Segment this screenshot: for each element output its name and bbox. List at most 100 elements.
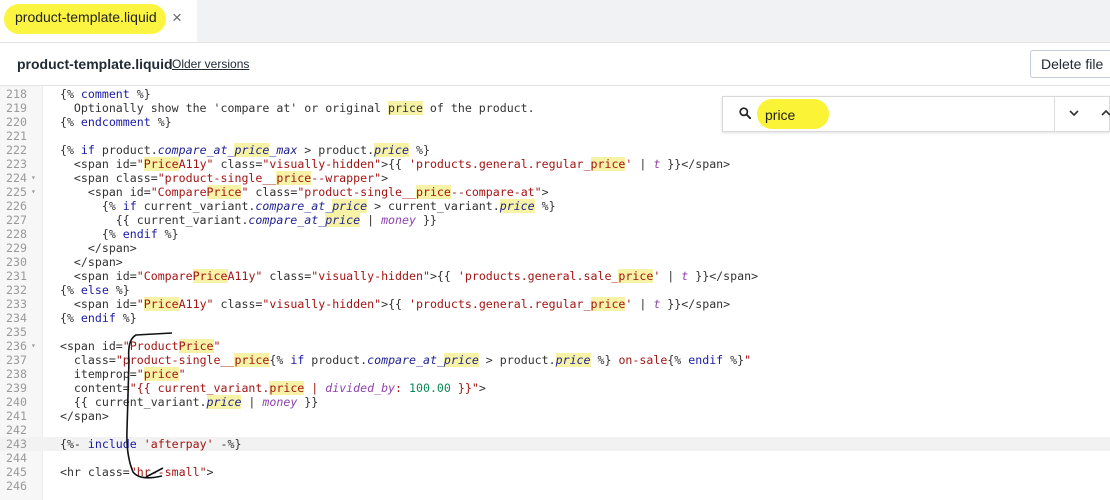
code-line: 233 <span id="PriceA11y" class="visually… [0,297,1110,311]
code-token: if [122,199,137,213]
code-token: " [136,297,144,311]
line-number: 237 [6,353,27,367]
code-token: price [555,353,591,367]
code-token: }}</span> [688,269,759,283]
code-token: Optionally show the 'compare at' or orig… [46,101,389,115]
code-token: price [325,213,361,227]
code-token: -%} [213,437,242,451]
close-icon[interactable]: × [172,9,182,27]
code-editor[interactable]: 218 {% comment %} 219 Optionally show the… [0,86,1110,500]
code-token: %} [409,143,430,157]
code-token: {%- [46,437,88,451]
code-token: }}</span> [660,297,731,311]
code-token: compare_at_ [248,213,326,227]
code-token: else [80,283,109,297]
code-token: %} [534,199,556,213]
code-line: 226 {% if current_variant.compare_at_pri… [0,199,1110,213]
code-token: > product. [478,353,556,367]
line-number: 241 [6,409,27,423]
code-line: 229 </span> [0,241,1110,255]
code-line: 222 {% if product.compare_at_price_max >… [0,143,1110,157]
code-token: compare_at_ [157,143,235,157]
code-token: | [360,213,382,227]
search-input[interactable] [763,104,917,126]
code-token: endcomment [80,115,151,129]
code-token: price [374,143,409,157]
editor-tab-bar: product-template.liquid × [0,0,1110,43]
code-token: "product-single__ [157,171,277,185]
code-text: {% if current_variant.compare_at_price >… [46,199,556,213]
line-number: 246 [6,479,27,493]
code-token: > [206,465,214,479]
code-token: {% [46,115,81,129]
code-line: 243 {%- include 'afterpay' -%} [0,437,1110,451]
code-token: --wrapper" [311,171,382,185]
line-number: 238 [6,367,27,381]
line-number: 243 [6,437,27,451]
code-token: of the product. [422,101,535,115]
fold-arrow-icon[interactable]: ▾ [31,171,36,185]
code-token: price [415,185,451,199]
code-token: if [290,353,305,367]
code-line: 232 {% else %} [0,283,1110,297]
code-token: price [332,199,368,213]
code-token: {{ current_variant. [46,395,207,409]
line-number: 224 [6,171,27,185]
code-token: : [395,381,410,395]
code-text: <span class="product-single__price--wrap… [46,171,388,185]
code-token: | [632,297,654,311]
line-number: 225 [6,185,27,199]
code-text: </span> [46,255,123,269]
line-number: 218 [6,87,27,101]
code-token: --compare-at" [450,185,542,199]
code-line: 230 </span> [0,255,1110,269]
delete-file-button[interactable]: Delete file [1030,50,1110,78]
code-token: | [241,395,263,409]
code-token: money [381,213,416,227]
code-text: {{ current_variant.compare_at_price | mo… [46,213,437,227]
code-token: | [660,269,682,283]
code-token: price [234,143,270,157]
code-line: 240 {{ current_variant.price | money }} [0,395,1110,409]
code-token: class= [46,353,116,367]
code-token: %} [590,353,612,367]
code-token: Price [192,269,228,283]
code-line: 246 [0,479,1110,493]
code-token: Price [143,157,179,171]
code-token: > product. [297,143,375,157]
tab-product-template[interactable]: product-template.liquid × [0,0,197,42]
code-token: <span id= [46,269,137,283]
code-token: %} [150,115,172,129]
chevron-down-icon[interactable] [1068,107,1080,119]
code-token: class= [262,269,312,283]
code-token: "product-single__ [115,353,235,367]
code-token: price [499,199,535,213]
code-token: "hr--small" [129,465,207,479]
code-token: > [541,185,549,199]
line-number: 233 [6,297,27,311]
line-number: 223 [6,157,27,171]
code-token: divided_by [325,381,396,395]
code-token: | [304,381,326,395]
code-text: content="{{ current_variant.price | divi… [46,381,486,395]
code-token: _max [269,143,298,157]
line-number: 234 [6,311,27,325]
chevron-up-icon[interactable] [1100,107,1110,119]
code-token: "visually-hidden" [311,269,430,283]
fold-arrow-icon[interactable]: ▾ [31,185,36,199]
code-token: 'products.general.regular_ [409,297,591,311]
code-token: 'products.general.sale_ [457,269,619,283]
code-token: current_variant. [136,199,256,213]
code-token: <span id= [46,339,123,353]
code-text: <span id="PriceA11y" class="visually-hid… [46,157,730,171]
code-text: <span id="PriceA11y" class="visually-hid… [46,297,730,311]
line-number: 231 [6,269,27,283]
code-token: }}</span> [660,157,731,171]
code-token: Price [178,339,214,353]
older-versions-link[interactable]: Older versions [172,57,249,71]
code-token: {% [667,353,689,367]
code-line: 239 content="{{ current_variant.price | … [0,381,1110,395]
code-line: 237 class="product-single__price{% if pr… [0,353,1110,367]
code-text: {% endcomment %} [46,115,172,129]
fold-arrow-icon[interactable]: ▾ [31,339,36,353]
